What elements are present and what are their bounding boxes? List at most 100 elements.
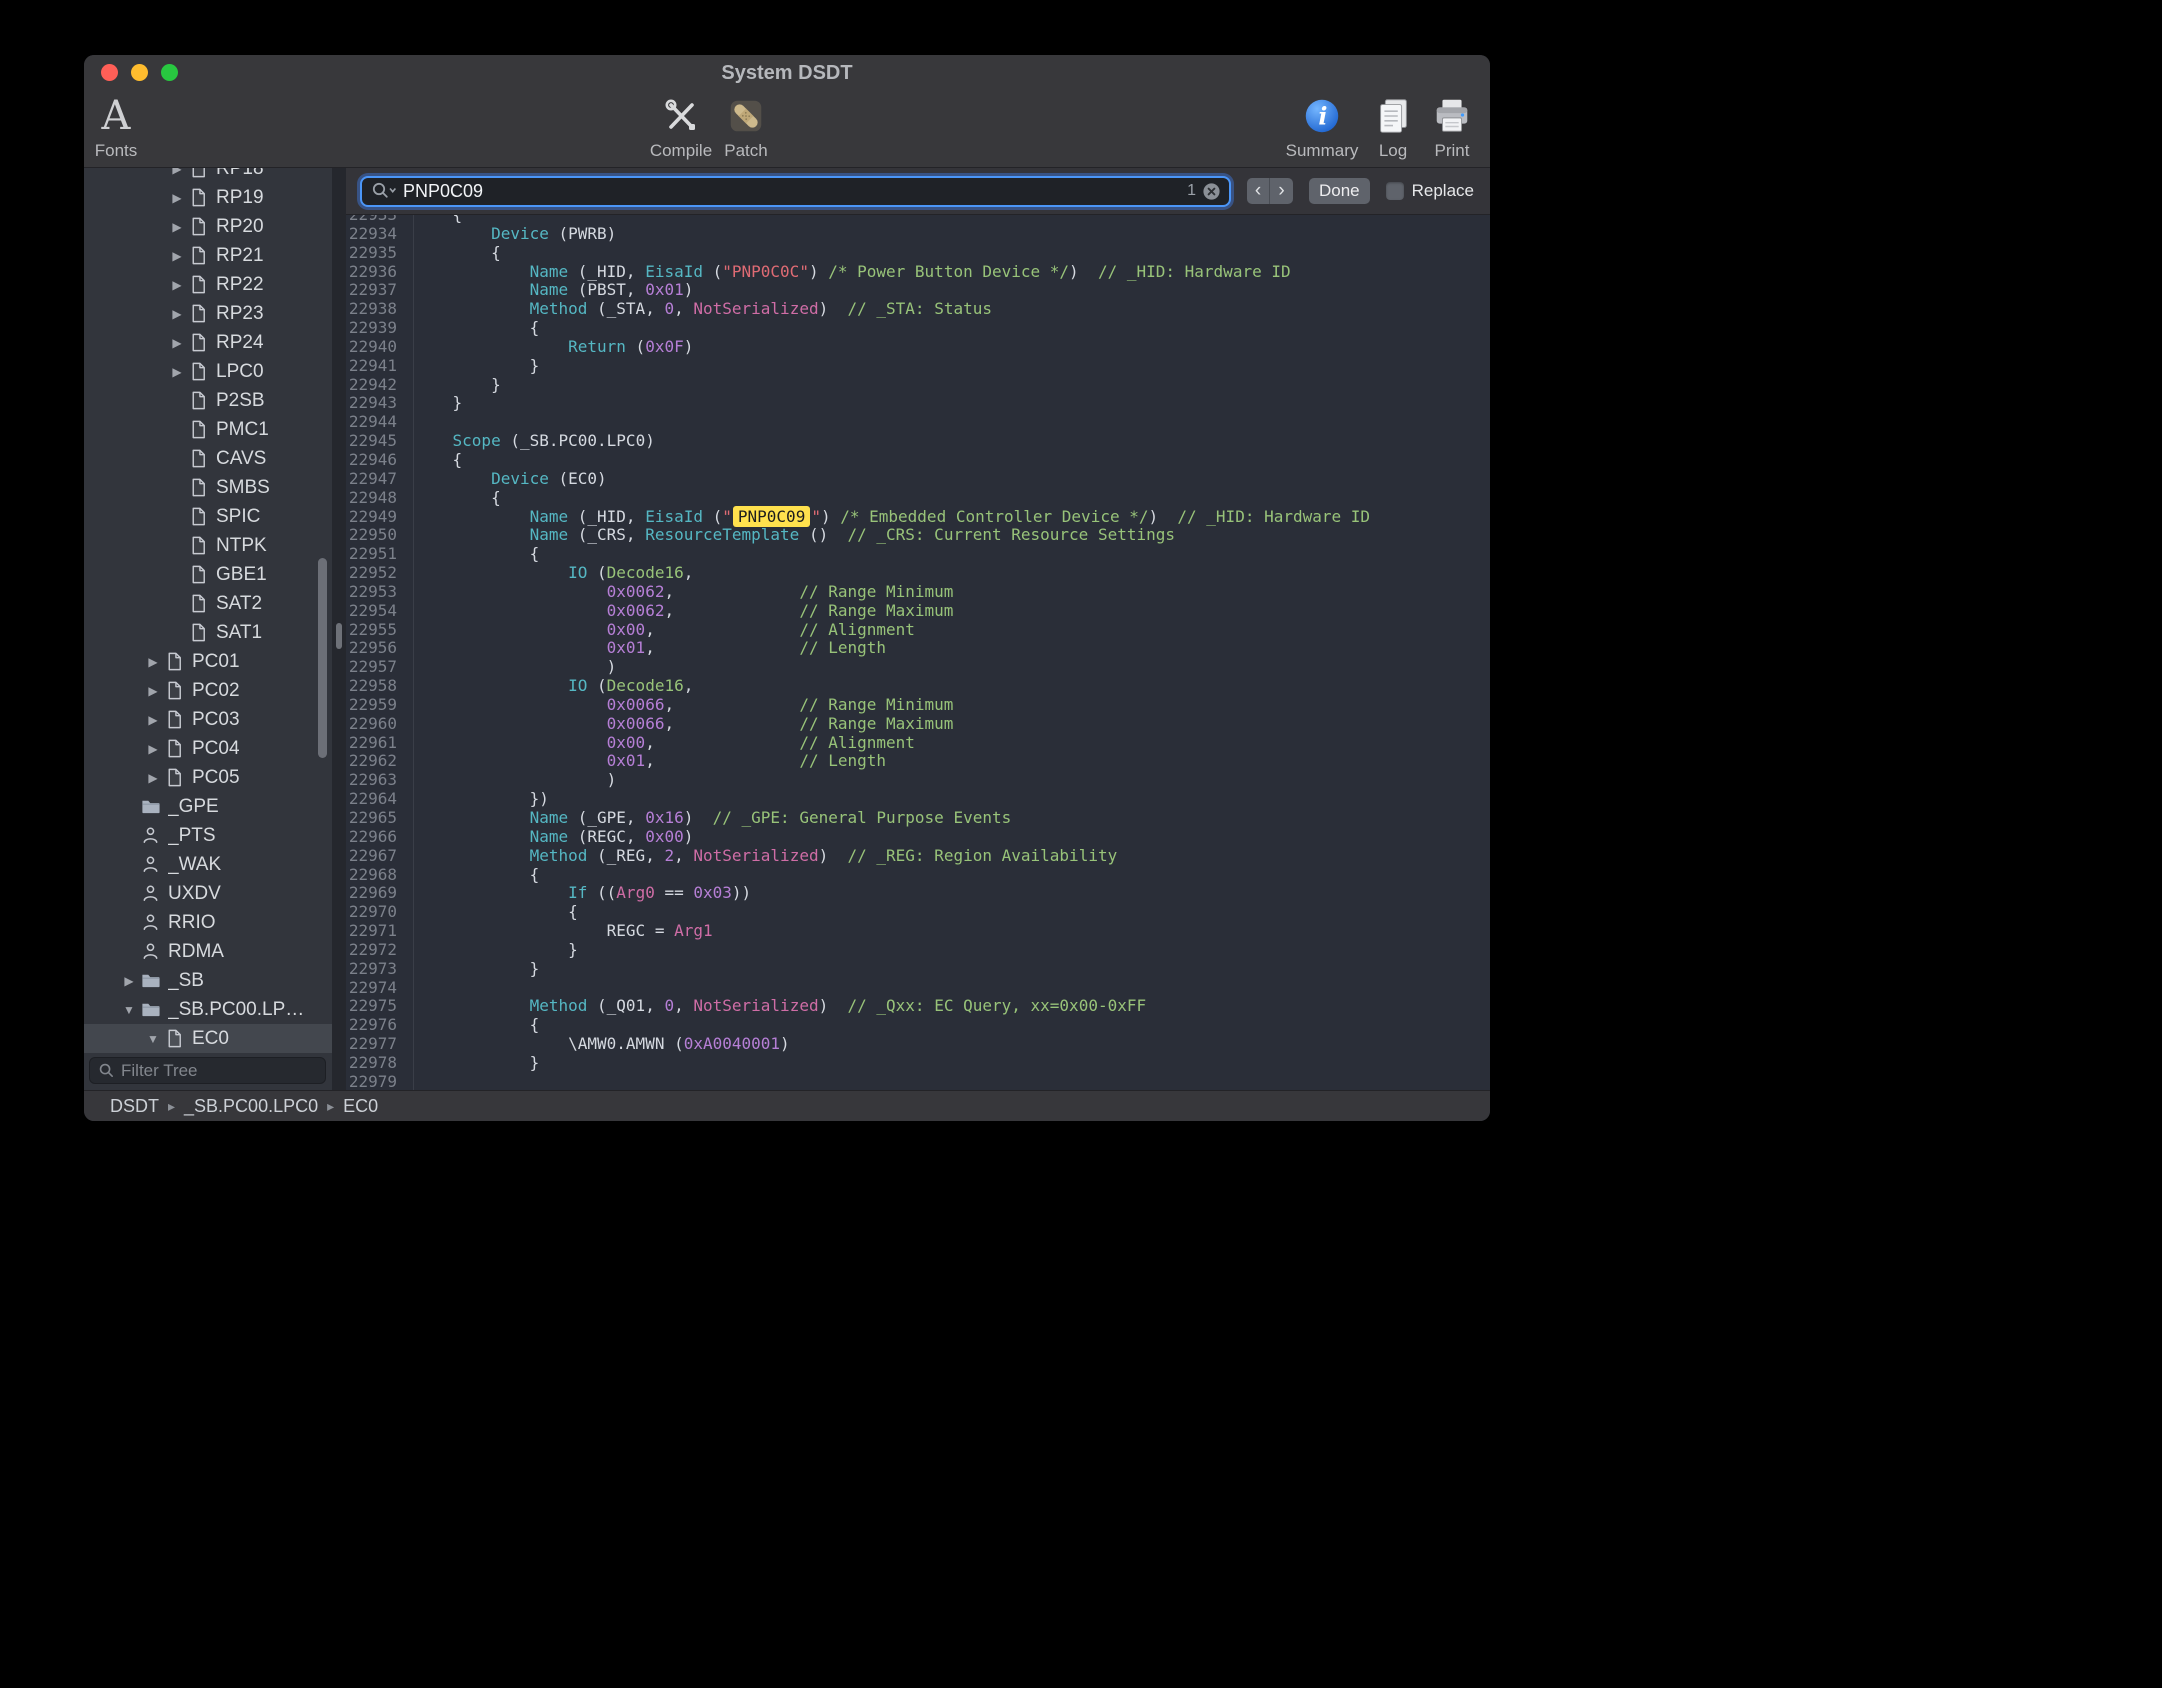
log-button[interactable]: Log bbox=[1365, 91, 1421, 161]
breadcrumb-segment[interactable]: EC0 bbox=[343, 1096, 378, 1117]
filter-input[interactable] bbox=[121, 1061, 317, 1081]
find-input[interactable] bbox=[403, 181, 1181, 202]
find-next-button[interactable]: › bbox=[1270, 178, 1293, 204]
breadcrumb-segment[interactable]: _SB.PC00.LPC0 bbox=[184, 1096, 318, 1117]
disclosure-right-icon[interactable]: ▶ bbox=[142, 742, 164, 756]
minimize-button[interactable] bbox=[131, 64, 148, 81]
zoom-button[interactable] bbox=[161, 64, 178, 81]
tree-item-NTPK[interactable]: NTPK bbox=[84, 531, 332, 560]
code-text: 0x01, // Length bbox=[405, 639, 886, 658]
disclosure-right-icon[interactable]: ▶ bbox=[166, 365, 188, 379]
code-text: Name (_HID, EisaId ("PNP0C0C") /* Power … bbox=[405, 263, 1291, 282]
maciasl-window: System DSDT A Fonts Compile Patch bbox=[84, 55, 1490, 1121]
tree-item-label: RP22 bbox=[216, 274, 264, 296]
code-line: 22960 0x0066, // Range Maximum bbox=[346, 715, 1490, 734]
line-number: 22973 bbox=[346, 960, 405, 979]
tree-item-RRIO[interactable]: RRIO bbox=[84, 908, 332, 937]
tree-item-RP19[interactable]: ▶ RP19 bbox=[84, 183, 332, 212]
tree-item-SAT2[interactable]: SAT2 bbox=[84, 589, 332, 618]
disclosure-right-icon[interactable]: ▶ bbox=[142, 771, 164, 785]
tree-item-SPIC[interactable]: SPIC bbox=[84, 502, 332, 531]
done-button[interactable]: Done bbox=[1309, 178, 1370, 204]
code-line: 22962 0x01, // Length bbox=[346, 752, 1490, 771]
code-line: 22959 0x0066, // Range Minimum bbox=[346, 696, 1490, 715]
tree-item-RP23[interactable]: ▶RP23 bbox=[84, 299, 332, 328]
tree-item-PC05[interactable]: ▶PC05 bbox=[84, 763, 332, 792]
tree-item-RDMA[interactable]: RDMA bbox=[84, 937, 332, 966]
patch-button[interactable]: Patch bbox=[716, 91, 776, 161]
search-menu-icon[interactable] bbox=[370, 181, 397, 201]
find-previous-button[interactable]: ‹ bbox=[1247, 178, 1270, 204]
tree-item-GBE1[interactable]: GBE1 bbox=[84, 560, 332, 589]
tree-item-RP22[interactable]: ▶ RP22 bbox=[84, 270, 332, 299]
doc-icon bbox=[188, 535, 209, 556]
titlebar[interactable]: System DSDT bbox=[84, 55, 1490, 89]
fonts-button[interactable]: A Fonts bbox=[84, 91, 148, 161]
tree-item-RP24[interactable]: ▶RP24 bbox=[84, 328, 332, 357]
disclosure-right-icon[interactable]: ▶ bbox=[118, 974, 140, 988]
tree-item-CAVS[interactable]: CAVS bbox=[84, 444, 332, 473]
tree-item-RP18[interactable]: ▶RP18 bbox=[84, 168, 332, 183]
disclosure-right-icon[interactable]: ▶ bbox=[142, 684, 164, 698]
line-number: 22961 bbox=[346, 734, 405, 753]
code-text: } bbox=[405, 960, 539, 979]
tree-item-_PTS[interactable]: _PTS bbox=[84, 821, 332, 850]
code-text: Scope (_SB.PC00.LPC0) bbox=[405, 432, 655, 451]
tree-item-EC0[interactable]: ▼EC0 bbox=[84, 1024, 332, 1053]
code-line: 22950 Name (_CRS, ResourceTemplate () //… bbox=[346, 526, 1490, 545]
tree-item-UXDV[interactable]: UXDV bbox=[84, 879, 332, 908]
method-icon bbox=[140, 941, 161, 962]
sidebar: ▶RP18▶RP19▶RP20▶RP21▶RP22▶RP23▶RP24▶LPC0… bbox=[84, 168, 332, 1090]
disclosure-right-icon[interactable]: ▶ bbox=[166, 278, 188, 292]
code-area[interactable]: 22933 {22934 Device (PWRB)22935 {22936 N… bbox=[346, 215, 1490, 1090]
tree-item-PMC1[interactable]: PMC1 bbox=[84, 415, 332, 444]
filter-field[interactable] bbox=[89, 1057, 326, 1084]
close-button[interactable] bbox=[101, 64, 118, 81]
replace-checkbox[interactable] bbox=[1386, 182, 1404, 200]
tree-item-SMBS[interactable]: SMBS bbox=[84, 473, 332, 502]
disclosure-right-icon[interactable]: ▶ bbox=[166, 336, 188, 350]
tree-item-_SB[interactable]: ▶ _SB bbox=[84, 966, 332, 995]
code-lines: 22933 {22934 Device (PWRB)22935 {22936 N… bbox=[346, 215, 1490, 1090]
disclosure-down-icon[interactable]: ▼ bbox=[142, 1032, 164, 1046]
disclosure-right-icon[interactable]: ▶ bbox=[166, 307, 188, 321]
breadcrumb-separator-icon: ▸ bbox=[327, 1098, 334, 1115]
breadcrumb-segment[interactable]: DSDT bbox=[110, 1096, 159, 1117]
disclosure-right-icon[interactable]: ▶ bbox=[166, 191, 188, 205]
tree-item-_SB.PC00.LP…[interactable]: ▼_SB.PC00.LP… bbox=[84, 995, 332, 1024]
tree-item-_GPE[interactable]: _GPE bbox=[84, 792, 332, 821]
disclosure-right-icon[interactable]: ▶ bbox=[142, 655, 164, 669]
tree-item-PC02[interactable]: ▶PC02 bbox=[84, 676, 332, 705]
line-number: 22944 bbox=[346, 413, 405, 432]
tree-item-LPC0[interactable]: ▶LPC0 bbox=[84, 357, 332, 386]
tree-item-RP20[interactable]: ▶RP20 bbox=[84, 212, 332, 241]
doc-icon bbox=[164, 1028, 185, 1049]
split-handle[interactable] bbox=[336, 623, 342, 649]
code-text: } bbox=[405, 1054, 539, 1073]
code-line: 22966 Name (REGC, 0x00) bbox=[346, 828, 1490, 847]
disclosure-right-icon[interactable]: ▶ bbox=[166, 249, 188, 263]
tree-item-RP21[interactable]: ▶RP21 bbox=[84, 241, 332, 270]
disclosure-right-icon[interactable]: ▶ bbox=[166, 168, 188, 176]
compile-button[interactable]: Compile bbox=[648, 91, 714, 161]
disclosure-right-icon[interactable]: ▶ bbox=[142, 713, 164, 727]
tree-item-P2SB[interactable]: P2SB bbox=[84, 386, 332, 415]
summary-button[interactable]: i Summary bbox=[1282, 91, 1362, 161]
print-button[interactable]: Print bbox=[1423, 91, 1481, 161]
line-number: 22963 bbox=[346, 771, 405, 790]
tree-item-_WAK[interactable]: _WAK bbox=[84, 850, 332, 879]
clear-search-icon[interactable] bbox=[1202, 182, 1221, 201]
sidebar-scrollbar[interactable] bbox=[318, 558, 327, 758]
tree-item-PC04[interactable]: ▶PC04 bbox=[84, 734, 332, 763]
split-divider[interactable] bbox=[332, 168, 346, 1090]
disclosure-down-icon[interactable]: ▼ bbox=[118, 1003, 140, 1017]
line-number: 22959 bbox=[346, 696, 405, 715]
tree-item-label: RP19 bbox=[216, 187, 264, 209]
disclosure-right-icon[interactable]: ▶ bbox=[166, 220, 188, 234]
tree-item-SAT1[interactable]: SAT1 bbox=[84, 618, 332, 647]
code-line: 22957 ) bbox=[346, 658, 1490, 677]
find-field[interactable]: 1 bbox=[360, 176, 1231, 207]
tree-item-PC03[interactable]: ▶PC03 bbox=[84, 705, 332, 734]
tree-item-PC01[interactable]: ▶PC01 bbox=[84, 647, 332, 676]
tree-item-label: _SB bbox=[168, 970, 204, 992]
